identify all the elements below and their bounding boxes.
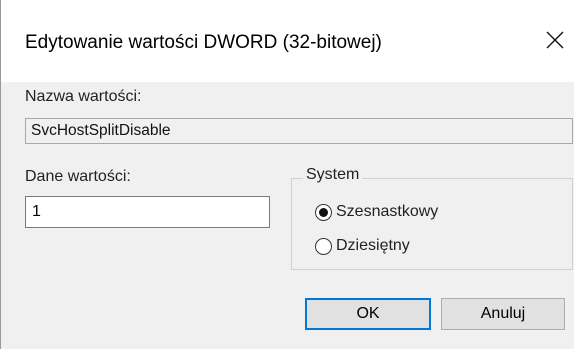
value-data-label: Dane wartości: bbox=[25, 168, 131, 185]
cancel-button[interactable]: Anuluj bbox=[441, 298, 565, 330]
value-name-label: Nazwa wartości: bbox=[25, 88, 142, 105]
close-button[interactable] bbox=[535, 18, 574, 62]
radio-hexadecimal[interactable]: Szesnastkowy bbox=[315, 203, 438, 221]
value-data-input[interactable]: 1 bbox=[25, 196, 270, 228]
radio-hexadecimal-label: Szesnastkowy bbox=[336, 203, 439, 220]
edit-dword-dialog: Edytowanie wartości DWORD (32-bitowej) N… bbox=[0, 0, 574, 349]
dialog-title: Edytowanie wartości DWORD (32-bitowej) bbox=[25, 32, 382, 53]
radio-decimal-label: Dziesiętny bbox=[336, 237, 410, 254]
base-legend: System bbox=[303, 166, 363, 184]
radio-selected-icon bbox=[315, 203, 332, 221]
base-groupbox bbox=[291, 178, 573, 270]
radio-decimal[interactable]: Dziesiętny bbox=[315, 237, 410, 255]
value-name-field[interactable]: SvcHostSplitDisable bbox=[25, 118, 573, 144]
radio-unselected-icon bbox=[315, 237, 332, 255]
close-icon bbox=[546, 31, 564, 49]
ok-button[interactable]: OK bbox=[305, 298, 431, 330]
title-bar: Edytowanie wartości DWORD (32-bitowej) bbox=[1, 0, 574, 82]
